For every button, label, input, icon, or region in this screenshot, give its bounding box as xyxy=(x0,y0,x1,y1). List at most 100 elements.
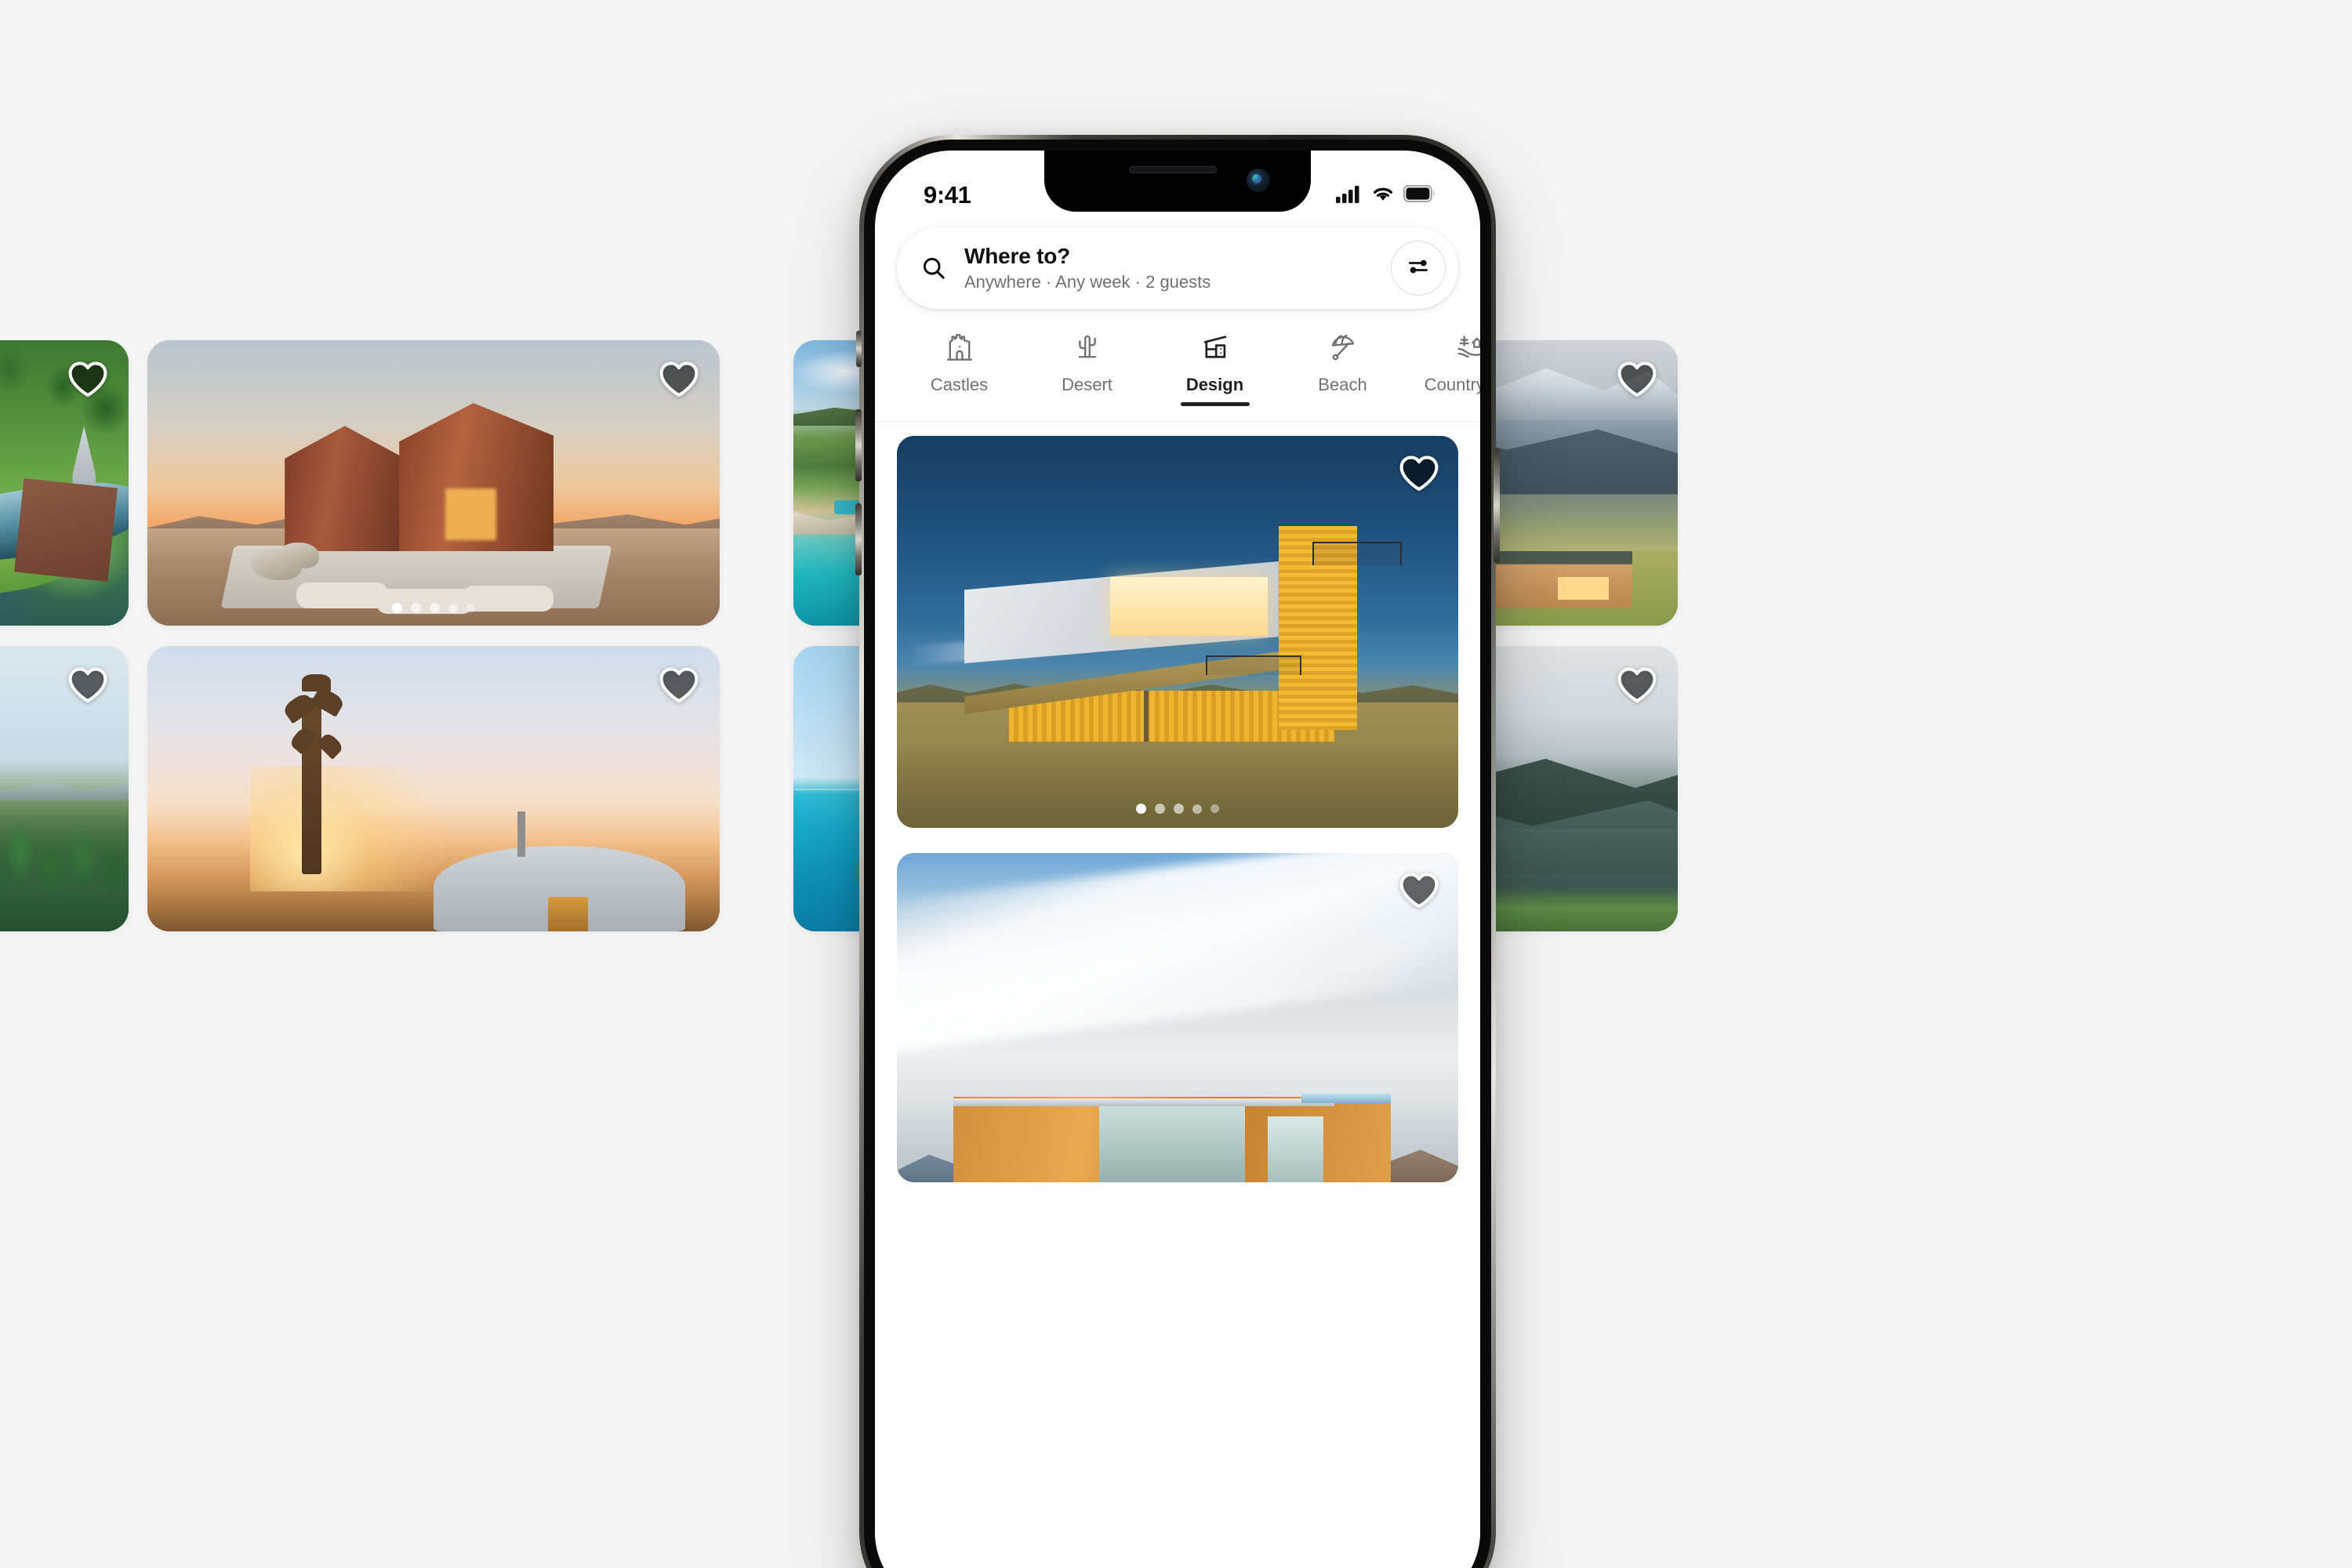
heart-icon xyxy=(657,662,701,706)
category-tab-desert[interactable]: Desert xyxy=(1023,325,1151,395)
filter-button[interactable] xyxy=(1391,241,1446,296)
heart-icon xyxy=(1615,356,1659,400)
category-label: Desert xyxy=(1062,375,1112,394)
photo-detail xyxy=(1205,655,1301,675)
category-divider xyxy=(875,421,1480,422)
volume-up-button[interactable] xyxy=(855,409,862,481)
search-icon xyxy=(920,255,947,281)
pagination-dot[interactable] xyxy=(1174,804,1184,814)
photo-detail xyxy=(285,426,405,552)
photo-detail xyxy=(517,811,525,858)
photo-detail xyxy=(1110,577,1268,636)
favorite-button[interactable] xyxy=(1615,662,1659,706)
photo-detail xyxy=(445,488,497,540)
photo-detail xyxy=(1557,577,1610,601)
cactus-icon xyxy=(1071,329,1104,365)
battery-icon xyxy=(1403,184,1436,206)
favorite-button[interactable] xyxy=(1397,867,1441,911)
search-subtitle: Anywhere · Any week · 2 guests xyxy=(964,271,1211,292)
category-label: Beach xyxy=(1318,375,1367,394)
earpiece-speaker xyxy=(1129,166,1217,173)
status-time: 9:41 xyxy=(924,181,971,209)
photo-detail xyxy=(1144,691,1149,742)
listing-card[interactable] xyxy=(0,646,129,931)
listing-card[interactable] xyxy=(0,340,129,626)
heart-icon xyxy=(66,356,110,400)
photo-detail xyxy=(296,583,388,609)
search-bar[interactable]: Where to? Anywhere · Any week · 2 guests xyxy=(897,227,1458,309)
photo-pagination-dots[interactable] xyxy=(392,603,475,613)
photo-detail xyxy=(953,1098,1335,1107)
category-label: Castles xyxy=(930,375,989,394)
photo-detail xyxy=(1312,542,1403,565)
castle-icon xyxy=(943,329,976,365)
iphone-device-frame: 9:41 Where to? Anywhere · Any week · 2 g… xyxy=(855,135,1500,1568)
photo-detail xyxy=(1267,1116,1324,1182)
favorite-button[interactable] xyxy=(657,662,701,706)
listing-card[interactable] xyxy=(147,340,720,626)
listing-photo xyxy=(897,436,1458,828)
wifi-icon xyxy=(1371,184,1395,207)
screenshot-stage: 9:41 Where to? Anywhere · Any week · 2 g… xyxy=(0,0,2352,1568)
photo-detail xyxy=(302,697,321,875)
photo-detail xyxy=(1301,1093,1392,1104)
category-tab-countryside[interactable]: Countryside xyxy=(1406,325,1480,395)
countryside-icon xyxy=(1454,329,1480,365)
favorite-button[interactable] xyxy=(1615,356,1659,400)
photo-detail xyxy=(14,478,118,582)
search-text-group: Where to? Anywhere · Any week · 2 guests xyxy=(964,244,1391,292)
heart-icon xyxy=(1397,867,1441,911)
category-label: Design xyxy=(1185,375,1244,394)
heart-icon xyxy=(1397,450,1441,494)
pagination-dot[interactable] xyxy=(392,603,402,613)
front-camera-icon xyxy=(1247,169,1270,192)
pagination-dot[interactable] xyxy=(1210,804,1219,813)
pagination-dot[interactable] xyxy=(430,603,440,613)
category-tab-beach[interactable]: Beach xyxy=(1279,325,1406,395)
favorite-button[interactable] xyxy=(1397,450,1441,494)
heart-icon xyxy=(1615,662,1659,706)
silent-switch[interactable] xyxy=(856,331,862,367)
phone-screen: 9:41 Where to? Anywhere · Any week · 2 g… xyxy=(875,151,1480,1568)
photo-detail xyxy=(548,897,589,931)
listing-photo xyxy=(147,646,720,931)
search-title: Where to? xyxy=(964,244,1071,269)
power-button[interactable] xyxy=(1494,448,1500,563)
active-tab-underline xyxy=(1180,402,1250,406)
pagination-dot[interactable] xyxy=(466,604,475,612)
beach-umbrella-icon xyxy=(1327,329,1359,365)
listing-feed[interactable] xyxy=(875,426,1480,1568)
phone-bezel: 9:41 Where to? Anywhere · Any week · 2 g… xyxy=(864,140,1491,1568)
device-notch xyxy=(1044,151,1311,212)
pagination-dot[interactable] xyxy=(448,603,458,613)
pagination-dot[interactable] xyxy=(1155,804,1165,814)
photo-detail xyxy=(0,782,129,931)
favorite-button[interactable] xyxy=(66,662,110,706)
heart-icon xyxy=(66,662,110,706)
photo-detail xyxy=(302,674,331,692)
cellular-signal-icon xyxy=(1336,184,1363,207)
volume-down-button[interactable] xyxy=(855,503,862,575)
category-label: Countryside xyxy=(1424,375,1480,394)
photo-detail xyxy=(1098,1103,1245,1182)
category-tab-design[interactable]: Design xyxy=(1151,325,1279,406)
photo-detail xyxy=(462,586,554,612)
listing-card[interactable] xyxy=(147,646,720,931)
photo-detail xyxy=(897,853,1458,1058)
favorite-button[interactable] xyxy=(657,356,701,400)
filter-sliders-icon xyxy=(1406,255,1430,282)
pagination-dot[interactable] xyxy=(1136,804,1146,814)
listing-card[interactable] xyxy=(897,853,1458,1182)
category-tab-bar[interactable]: Castles Desert Design Beach Countr xyxy=(875,325,1480,416)
heart-icon xyxy=(657,356,701,400)
listing-photo xyxy=(147,340,720,626)
design-house-icon xyxy=(1199,329,1232,365)
pagination-dot[interactable] xyxy=(411,603,421,613)
pagination-dot[interactable] xyxy=(1192,804,1202,814)
status-icons xyxy=(1336,184,1436,207)
photo-pagination-dots[interactable] xyxy=(1136,804,1219,814)
category-tab-castles[interactable]: Castles xyxy=(895,325,1023,395)
listing-card[interactable] xyxy=(897,436,1458,828)
listing-photo xyxy=(897,853,1458,1182)
favorite-button[interactable] xyxy=(66,356,110,400)
